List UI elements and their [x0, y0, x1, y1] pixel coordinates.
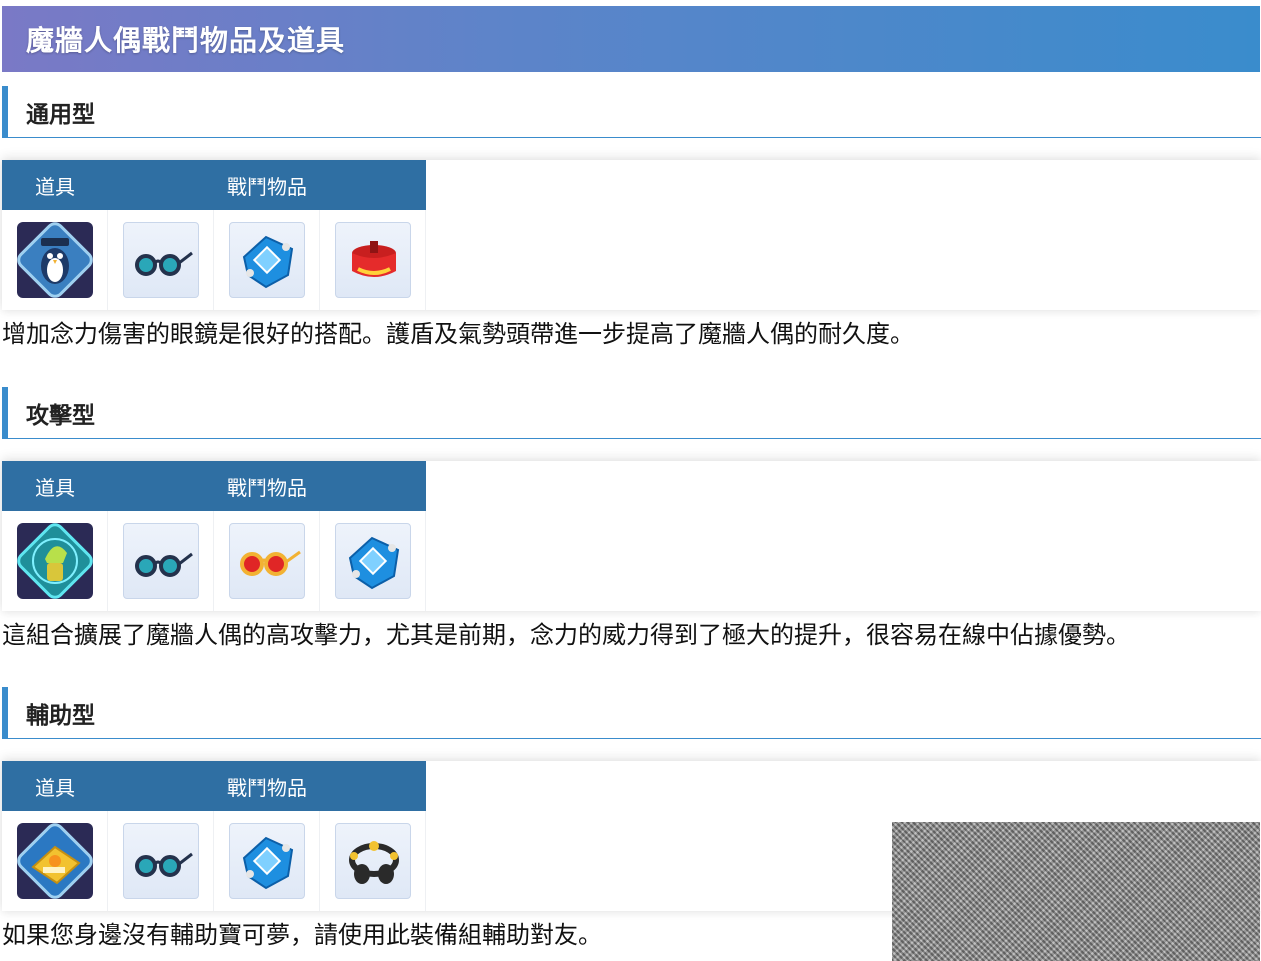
- ejecting-button-item-icon[interactable]: [16, 823, 93, 899]
- battle-item-cell[interactable]: [108, 210, 214, 310]
- build-section-general: 通用型 道具 戰鬥物品 增加念力傷害的眼鏡是很好的搭配。護盾及氣勢頭帶進一步提高…: [0, 86, 1261, 348]
- section-heading: 攻擊型: [2, 387, 1261, 439]
- item-cell[interactable]: [2, 210, 108, 310]
- section-heading: 輔助型: [2, 687, 1261, 739]
- page-header: 魔牆人偶戰鬥物品及道具: [2, 6, 1260, 72]
- wise-glasses-icon[interactable]: [122, 222, 199, 298]
- noise-overlay-image: [892, 822, 1260, 961]
- wise-glasses-icon[interactable]: [122, 523, 199, 599]
- x-attack-item-icon[interactable]: [16, 523, 93, 599]
- build-description: 增加念力傷害的眼鏡是很好的搭配。護盾及氣勢頭帶進一步提高了魔牆人偶的耐久度。: [2, 320, 914, 348]
- battle-item-cell[interactable]: [108, 511, 214, 611]
- build-section-support: 輔助型 道具 戰鬥物品 如果您身邊沒有輔助寶可夢，請使用此裝備組輔助對友。: [0, 687, 1261, 949]
- exp-share-icon[interactable]: [334, 823, 411, 899]
- section-title: 通用型: [26, 101, 95, 128]
- muscle-band-icon[interactable]: [334, 222, 411, 298]
- table-row: [2, 511, 426, 611]
- focus-band-shield-icon[interactable]: [334, 523, 411, 599]
- header-battle-items: 戰鬥物品: [227, 174, 307, 199]
- battle-item-cell[interactable]: [108, 811, 214, 911]
- build-description: 如果您身邊沒有輔助寶可夢，請使用此裝備組輔助對友。: [2, 921, 602, 949]
- battle-item-cell[interactable]: [214, 811, 320, 911]
- table-row: [2, 811, 426, 911]
- build-description: 這組合擴展了魔牆人偶的高攻擊力，尤其是前期，念力的威力得到了極大的提升，很容易在…: [2, 621, 1130, 649]
- build-table: 道具 戰鬥物品: [2, 461, 426, 611]
- page-title: 魔牆人偶戰鬥物品及道具: [26, 24, 346, 57]
- build-card: 道具 戰鬥物品: [2, 160, 1261, 310]
- build-section-attack: 攻擊型 道具 戰鬥物品 這組合擴展了魔牆人偶的高攻擊力，尤其是前期，念力的威力得…: [0, 387, 1261, 649]
- focus-band-shield-icon[interactable]: [228, 222, 305, 298]
- build-card: 道具 戰鬥物品: [2, 461, 1261, 611]
- header-item: 道具: [35, 174, 75, 199]
- section-title: 攻擊型: [26, 402, 95, 429]
- table-header-row: 道具 戰鬥物品: [2, 160, 426, 210]
- header-battle-items: 戰鬥物品: [227, 775, 307, 800]
- table-header-row: 道具 戰鬥物品: [2, 761, 426, 811]
- battle-item-cell[interactable]: [320, 811, 426, 911]
- build-table: 道具 戰鬥物品: [2, 160, 426, 310]
- header-battle-items: 戰鬥物品: [227, 475, 307, 500]
- penguin-item-icon[interactable]: [16, 222, 93, 298]
- table-row: [2, 210, 426, 310]
- section-heading: 通用型: [2, 86, 1261, 138]
- battle-item-cell[interactable]: [214, 210, 320, 310]
- battle-item-cell[interactable]: [214, 511, 320, 611]
- header-item: 道具: [35, 475, 75, 500]
- item-cell[interactable]: [2, 511, 108, 611]
- battle-item-cell[interactable]: [320, 210, 426, 310]
- item-cell[interactable]: [2, 811, 108, 911]
- wise-glasses-icon[interactable]: [122, 823, 199, 899]
- section-title: 輔助型: [26, 702, 95, 729]
- build-table: 道具 戰鬥物品: [2, 761, 426, 911]
- battle-item-cell[interactable]: [320, 511, 426, 611]
- choice-specs-icon[interactable]: [228, 523, 305, 599]
- table-header-row: 道具 戰鬥物品: [2, 461, 426, 511]
- focus-band-shield-icon[interactable]: [228, 823, 305, 899]
- header-item: 道具: [35, 775, 75, 800]
